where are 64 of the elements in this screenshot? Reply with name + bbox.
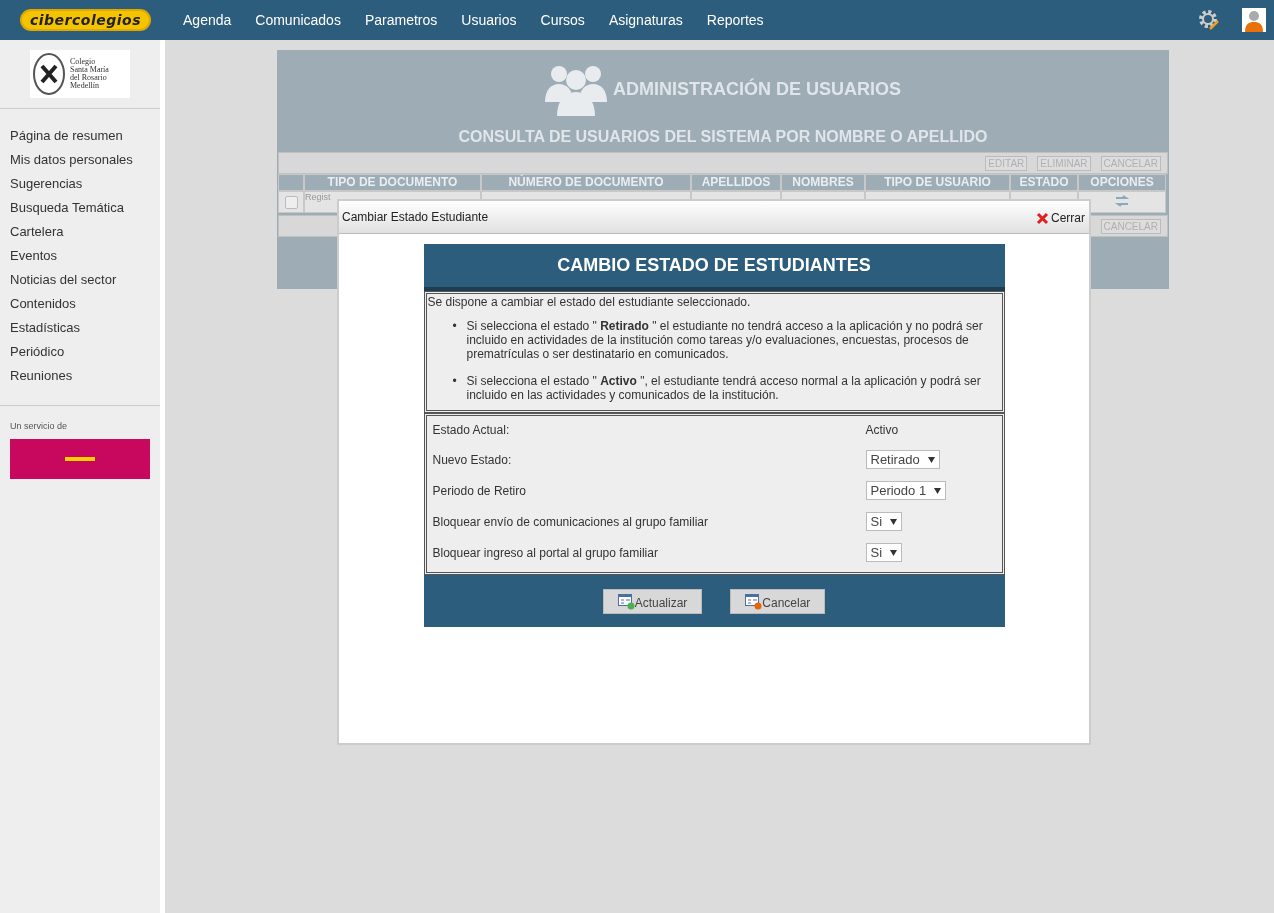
column-header: TIPO DE USUARIO (865, 174, 1010, 191)
sidebar-link[interactable]: Reuniones (10, 367, 150, 385)
field-label: Bloquear envío de comunicaciones al grupo familiar (432, 513, 709, 531)
column-header: ESTADO (1010, 174, 1078, 191)
dialog-button[interactable]: Actualizar (602, 588, 703, 614)
field-label: Nuevo Estado: (432, 451, 513, 469)
bullet-marker: • (452, 374, 458, 390)
field-label: Periodo de Retiro (432, 482, 527, 500)
sidebar-link[interactable]: Noticias del sector (10, 271, 150, 289)
school-name: Colegio (70, 58, 96, 66)
school-name: Santa María (70, 66, 109, 74)
column-header: TIPO DE DOCUMENTO (304, 174, 481, 191)
select-field[interactable]: Si (865, 543, 903, 562)
caret-icon (890, 518, 898, 525)
sidebar-link[interactable]: Eventos (10, 247, 150, 265)
close-link[interactable]: Cerrar (1036, 211, 1085, 225)
sidebar-link[interactable]: Cartelera (10, 223, 150, 241)
nav-menu-item[interactable]: Cursos (540, 12, 585, 28)
sidebar-link[interactable]: Estadísticas (10, 319, 150, 337)
select-field[interactable]: Retirado (865, 450, 940, 469)
panel-title: ADMINISTRACIÓN DE USUARIOS (613, 78, 901, 100)
info-bullet: Si selecciona el estado " Retirado " el estudiante no tendrá acceso a la aplicación y no podrá ser incluido en actividades de la institución como tareas y/o evaluaciones, encuestas, procesos de prematrículas o ser destinatario en comunicados. (466, 319, 984, 361)
nav-menu-item[interactable]: Agenda (183, 12, 232, 28)
close-icon (1036, 211, 1049, 225)
sidebar-link[interactable]: Periódico (10, 343, 150, 361)
caret-icon (934, 487, 942, 494)
select-field[interactable]: Si (865, 512, 903, 531)
sidebar-link[interactable]: Contenidos (10, 295, 150, 313)
select-field[interactable]: Periodo 1 (865, 481, 947, 500)
form-remove-icon (745, 593, 763, 610)
sidebar-link[interactable]: Página de resumen (10, 127, 150, 145)
column-header: NÚMERO DE DOCUMENTO (481, 174, 691, 191)
school-name: del Rosario (70, 74, 108, 82)
sidebar-link[interactable]: Busqueda Temática (10, 199, 150, 217)
sponsor-banner[interactable] (10, 439, 150, 479)
column-header: APELLIDOS (691, 174, 781, 191)
info-bullet: Si selecciona el estado " Activo ", el estudiante tendrá acceso normal a la aplicación y podrá ser incluido en las actividades y comunicados de la institución. (466, 374, 982, 402)
caret-icon (890, 549, 898, 556)
bullet-marker: • (452, 319, 458, 335)
app-logo[interactable]: cibercolegios (20, 9, 151, 31)
gear-icon[interactable] (1198, 9, 1220, 31)
nav-menu-item[interactable]: Asignaturas (608, 12, 683, 28)
nav-menu-item[interactable]: Parametros (364, 12, 438, 28)
nav-menu-item[interactable]: Usuarios (461, 12, 517, 28)
dialog-button[interactable]: Cancelar (730, 588, 826, 614)
field-label: Bloquear ingreso al portal al grupo familiar (432, 544, 659, 562)
column-header: NOMBRES (781, 174, 865, 191)
user-avatar-icon[interactable] (1242, 8, 1266, 32)
school-name: Medellín (70, 82, 100, 90)
form-add-icon (617, 593, 635, 610)
swap-icon[interactable] (1114, 195, 1130, 207)
field-value: Activo (865, 422, 900, 439)
field-label: Estado Actual: (432, 422, 511, 439)
row-checkbox[interactable] (284, 196, 298, 209)
sidebar-link[interactable]: Mis datos personales (10, 151, 150, 169)
nav-menu-item[interactable]: Comunicados (255, 12, 341, 28)
service-label: Un servicio de (10, 421, 69, 431)
sidebar-link[interactable]: Sugerencias (10, 175, 150, 193)
nav-menu-item[interactable]: Reportes (706, 12, 764, 28)
caret-icon (927, 456, 935, 463)
panel-subtitle: CONSULTA DE USUARIOS DEL SISTEMA POR NOMBRE O APELLIDO (457, 128, 989, 146)
column-header: OPCIONES (1078, 174, 1166, 191)
dialog-title: Cambiar Estado Estudiante (342, 210, 489, 224)
intro-text: Se dispone a cambiar el estado del estudiante seleccionado. (426, 294, 752, 309)
